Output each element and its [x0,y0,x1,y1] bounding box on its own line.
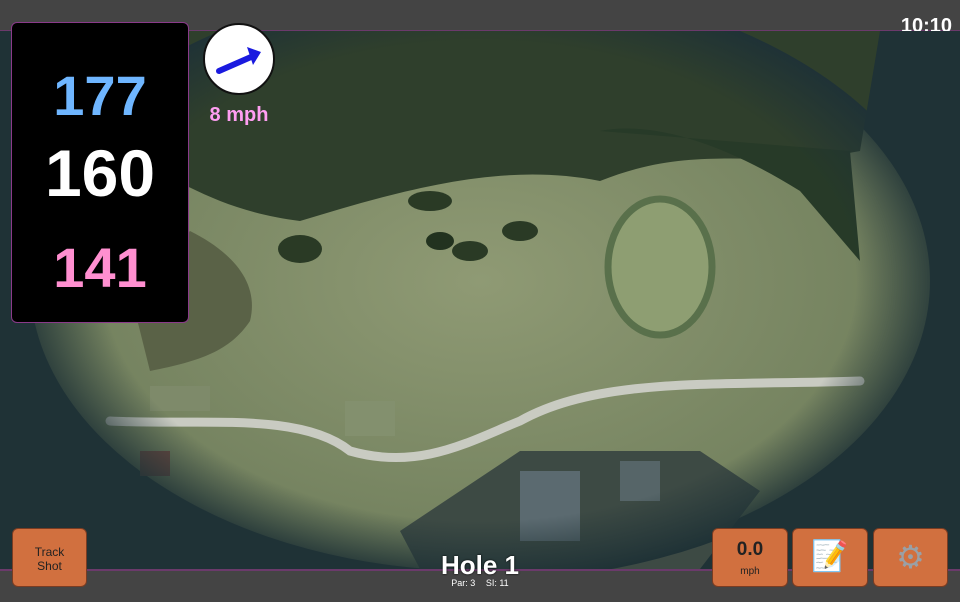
track-shot-button[interactable]: Track Shot [12,528,87,587]
speed-unit: mph [740,566,760,577]
speed-button[interactable]: 0.0 mph [712,528,788,587]
distance-panel: 177 160 141 [11,22,189,323]
gear-icon: ⚙ [896,539,925,575]
hole-title: Hole 1 [440,550,520,580]
track-shot-label: Track Shot [34,545,65,573]
hole-par: Par: 3 [451,578,476,588]
notes-button[interactable]: 📝 [792,528,868,587]
wind-indicator [203,23,275,95]
middle-distance: 160 [44,136,156,210]
notepad-icon: 📝 [811,540,849,573]
back-distance: 177 [53,64,147,127]
hole-stroke-index: SI: 11 [485,578,509,588]
speed-value: 0.0 [736,539,764,560]
front-distance: 141 [53,236,147,299]
wind-speed: 8 mph [209,104,269,126]
hole-info: Par: 3 SI: 11 [380,578,580,588]
wind-arrow-icon [216,47,261,74]
settings-button[interactable]: ⚙ [873,528,948,587]
